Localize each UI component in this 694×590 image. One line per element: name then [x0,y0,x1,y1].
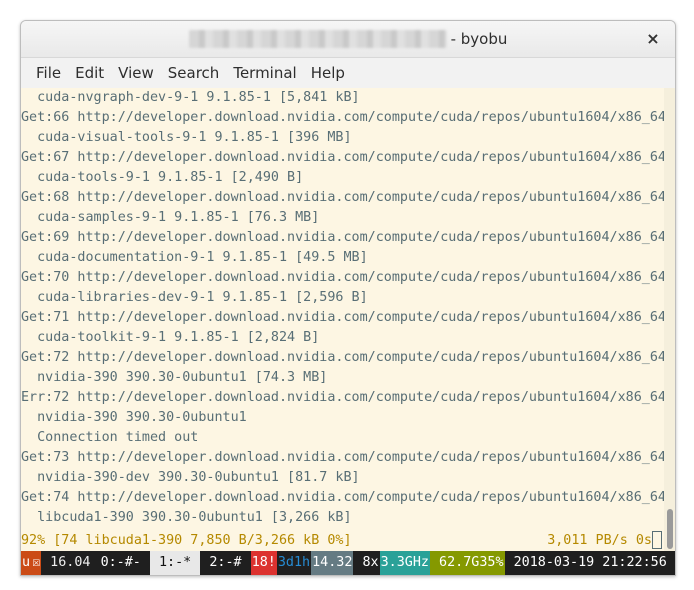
menu-bar: File Edit View Search Terminal Help [21,58,675,89]
terminal-line: Get:67 http://developer.download.nvidia.… [21,150,664,165]
status-segment: 8x [353,551,380,575]
menu-view[interactable]: View [111,64,161,82]
terminal-line: libcuda1-390 390.30-0ubuntu1 [3,266 kB] [21,510,352,525]
progress-status: 92% [74 libcuda1-390 7,850 B/3,266 kB 0%… [21,533,352,548]
menu-edit[interactable]: Edit [68,64,111,82]
status-segment[interactable]: 1:-* [149,551,201,575]
status-segment: 3d1h [276,551,312,575]
terminal-scrollbar[interactable] [664,88,675,551]
terminal-line: Get:74 http://developer.download.nvidia.… [21,490,664,505]
scrollbar-thumb[interactable] [667,509,673,549]
terminal-line: Get:69 http://developer.download.nvidia.… [21,230,664,245]
progress-rate: 3,011 PB/s 0s [547,531,662,551]
status-segment: 0:-#- [99,551,150,575]
terminal-line: nvidia-390 390.30-0ubuntu1 [21,410,247,425]
status-segment: 18! [250,551,277,575]
menu-search[interactable]: Search [161,64,227,82]
status-segment: ☒ [31,551,42,575]
status-segment[interactable]: 2:-# [200,551,251,575]
status-segment: 16.04 [41,551,100,575]
window-title: - byobu [21,21,675,57]
cursor-block [652,531,662,549]
status-segment: u [21,551,32,575]
terminal-line: cuda-nvgraph-dev-9-1 9.1.85-1 [5,841 kB] [21,90,360,105]
status-segment: 62.7G35% [430,551,505,575]
close-icon[interactable]: × [643,29,663,49]
status-segment: 14.32 [311,551,354,575]
terminal-line: cuda-visual-tools-9-1 9.1.85-1 [396 MB] [21,130,352,145]
terminal-line: Connection timed out [21,430,199,445]
terminal-line: Get:72 http://developer.download.nvidia.… [21,350,664,365]
window-title-text: - byobu [450,30,508,48]
terminal-line: Get:71 http://developer.download.nvidia.… [21,310,664,325]
terminal-line: Err:72 http://developer.download.nvidia.… [21,390,664,405]
apt-progress-line: 92% [74 libcuda1-390 7,850 B/3,266 kB 0%… [21,531,664,551]
terminal-line: Get:70 http://developer.download.nvidia.… [21,270,664,285]
terminal-line: cuda-documentation-9-1 9.1.85-1 [49.5 MB… [21,250,368,265]
terminal-line: Get:68 http://developer.download.nvidia.… [21,190,664,205]
status-segment: 3.3GHz [379,551,430,575]
progress-rate-text: 3,011 PB/s 0s [547,533,652,548]
terminal-window: - byobu × File Edit View Search Terminal… [20,20,676,576]
terminal-line: cuda-toolkit-9-1 9.1.85-1 [2,824 B] [21,330,320,345]
menu-terminal[interactable]: Terminal [226,64,303,82]
terminal-line: nvidia-390 390.30-0ubuntu1 [74.3 MB] [21,370,328,385]
terminal-output[interactable]: cuda-nvgraph-dev-9-1 9.1.85-1 [5,841 kB]… [21,88,664,551]
terminal-line: cuda-libraries-dev-9-1 9.1.85-1 [2,596 B… [21,290,368,305]
status-segment: 2018-03-19 21:22:56 [504,551,668,575]
menu-file[interactable]: File [29,64,68,82]
terminal-line: nvidia-390-dev 390.30-0ubuntu1 [81.7 kB] [21,470,360,485]
terminal-line: cuda-samples-9-1 9.1.85-1 [76.3 MB] [21,210,320,225]
blurred-hostname [188,30,447,48]
terminal-line: Get:66 http://developer.download.nvidia.… [21,110,664,125]
terminal-line: cuda-tools-9-1 9.1.85-1 [2,490 B] [21,170,304,185]
title-bar[interactable]: - byobu × [21,21,675,58]
byobu-status-bar: u ☒ 16.04 0:-#- 1:-* 2:-# 18! 3d1h 14.32 8x… [21,551,675,575]
menu-help[interactable]: Help [304,64,352,82]
terminal-line: Get:73 http://developer.download.nvidia.… [21,450,664,465]
